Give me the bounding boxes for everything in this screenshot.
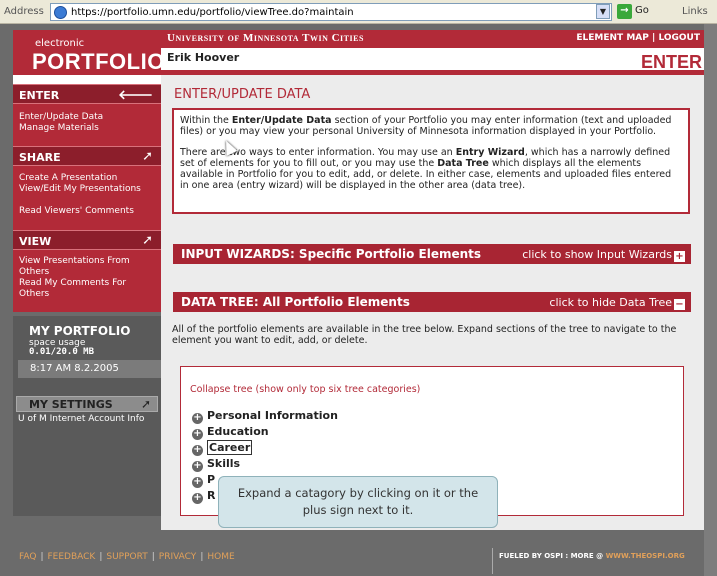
my-settings-button[interactable]: MY SETTINGS ➚	[16, 396, 158, 412]
data-tree-bar[interactable]: DATA TREE: All Portfolio Elements click …	[173, 292, 691, 312]
url-dropdown-button[interactable]: ▼	[596, 4, 610, 19]
sidebar-item-enter-update[interactable]: Enter/Update Data	[19, 112, 159, 123]
sidebar-item-read-my-comments[interactable]: Read My Comments For Others	[19, 278, 159, 300]
diagonal-arrow-icon: ➚	[142, 149, 153, 164]
footer-link-privacy[interactable]: PRIVACY	[159, 552, 197, 562]
tree-item-education[interactable]: + Education	[192, 425, 269, 440]
url-text: https://portfolio.umn.edu/portfolio/view…	[71, 7, 354, 18]
my-settings: MY SETTINGS ➚	[13, 396, 161, 416]
sidebar-item-create-presentation[interactable]: Create A Presentation	[19, 173, 159, 184]
sidebar-item-manage-materials[interactable]: Manage Materials	[19, 123, 159, 134]
tree-item-personal-information[interactable]: + Personal Information	[192, 409, 338, 424]
footer-link-support[interactable]: SUPPORT	[106, 552, 147, 562]
element-map-link[interactable]: ELEMENT MAP	[576, 33, 648, 43]
go-button[interactable]: → Go	[617, 4, 657, 20]
plus-icon[interactable]: +	[192, 477, 203, 488]
footer-link-home[interactable]: HOME	[207, 552, 234, 562]
logo-big-text: PORTFOLIO	[32, 49, 165, 74]
portfolio-logo[interactable]: electronic PORTFOLIO	[13, 30, 164, 75]
plus-icon[interactable]: +	[192, 445, 203, 456]
hide-tree-toggle[interactable]: click to hide Data Tree −	[549, 296, 685, 310]
space-usage-value: 0.01/20.0 MB	[29, 347, 95, 357]
user-header: Erik Hoover ENTER	[161, 48, 704, 72]
intro-paragraph-1: Within the Enter/Update Data section of …	[180, 115, 672, 137]
browser-address-bar: Address https://portfolio.umn.edu/portfo…	[0, 0, 717, 24]
sidebar-item-read-viewers-comments[interactable]: Read Viewers' Comments	[19, 206, 159, 217]
collapse-tree-link[interactable]: Collapse tree (show only top six tree ca…	[190, 384, 420, 395]
url-input[interactable]: https://portfolio.umn.edu/portfolio/view…	[50, 3, 612, 21]
plus-icon[interactable]: +	[192, 429, 203, 440]
plus-icon[interactable]: +	[192, 493, 203, 504]
intro-paragraph-2: There are two ways to enter information.…	[180, 147, 672, 191]
diagonal-arrow-icon: ➚	[140, 397, 151, 411]
header-bar: University of Minnesota Twin Cities ELEM…	[161, 30, 704, 48]
input-wizards-title: INPUT WIZARDS: Specific Portfolio Elemen…	[181, 247, 482, 261]
diagonal-arrow-icon: ➚	[142, 233, 153, 248]
logo-small-text: electronic	[35, 38, 85, 49]
logout-link[interactable]: LOGOUT	[658, 33, 700, 43]
left-margin	[0, 24, 13, 576]
footer: FAQ | FEEDBACK | SUPPORT | PRIVACY | HOME FUELED…	[13, 530, 704, 576]
my-portfolio-title: MY PORTFOLIO	[29, 324, 131, 338]
plus-icon[interactable]: +	[192, 413, 203, 424]
data-tree-title: DATA TREE: All Portfolio Elements	[181, 295, 410, 309]
tree-item-skills[interactable]: + Skills	[192, 457, 240, 472]
nav-share-header[interactable]: SHARE ➚	[13, 146, 161, 166]
footer-links: FAQ | FEEDBACK | SUPPORT | PRIVACY | HOME	[19, 552, 235, 562]
sidebar-nav: ENTER 🡐 Enter/Update Data Manage Materia…	[13, 84, 161, 312]
university-name[interactable]: University of Minnesota Twin Cities	[167, 32, 364, 44]
intro-box: Within the Enter/Update Data section of …	[172, 108, 690, 214]
tree-item-r[interactable]: + R	[192, 489, 215, 504]
links-button[interactable]: Links	[682, 6, 708, 17]
address-label: Address	[4, 6, 44, 17]
page-icon	[54, 6, 67, 19]
nav-enter-header[interactable]: ENTER 🡐	[13, 84, 161, 104]
expand-icon: +	[674, 251, 685, 262]
ospi-link[interactable]: WWW.THEOSPI.ORG	[606, 552, 685, 560]
expand-tooltip: Expand a catagory by clicking on it or t…	[218, 476, 498, 528]
user-name: Erik Hoover	[167, 51, 240, 64]
sidebar-item-view-edit-presentations[interactable]: View/Edit My Presentations	[19, 184, 159, 195]
input-wizards-bar[interactable]: INPUT WIZARDS: Specific Portfolio Elemen…	[173, 244, 691, 264]
tree-intro: All of the portfolio elements are availa…	[172, 324, 677, 346]
internet-account-link[interactable]: U of M Internet Account Info	[18, 414, 158, 425]
right-margin	[704, 24, 717, 576]
sidebar-item-view-presentations[interactable]: View Presentations From Others	[19, 256, 159, 278]
tree-item-career[interactable]: + Career	[192, 440, 253, 456]
header-links: ELEMENT MAP | LOGOUT	[576, 33, 700, 43]
collapse-icon: −	[674, 299, 685, 310]
show-wizards-toggle[interactable]: click to show Input Wizards +	[522, 248, 685, 262]
datetime-display: 8:17 AM 8.2.2005	[18, 360, 161, 378]
powered-by: FUELED BY OSPI : MORE @ WWW.THEOSPI.ORG	[492, 548, 704, 574]
plus-icon[interactable]: +	[192, 461, 203, 472]
left-arrow-icon: 🡐	[118, 88, 153, 103]
footer-link-faq[interactable]: FAQ	[19, 552, 36, 562]
footer-link-feedback[interactable]: FEEDBACK	[47, 552, 95, 562]
logo-divider	[13, 75, 161, 84]
nav-view-header[interactable]: VIEW ➚	[13, 230, 161, 250]
page-title: ENTER/UPDATE DATA	[174, 87, 311, 102]
tree-item-p[interactable]: + P	[192, 473, 215, 488]
go-arrow-icon: →	[617, 4, 632, 19]
